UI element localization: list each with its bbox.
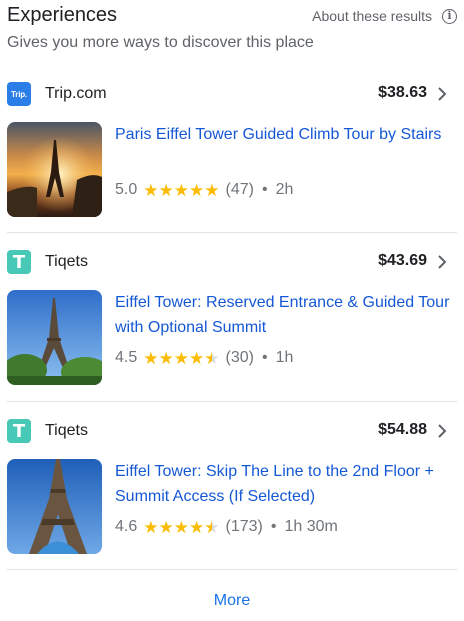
tour-thumbnail[interactable] bbox=[7, 459, 102, 554]
provider-row[interactable]: T Tiqets $54.88 bbox=[7, 419, 457, 443]
chevron-right-icon[interactable] bbox=[433, 422, 451, 440]
star-icon: ★ bbox=[143, 348, 159, 368]
tour-meta: 5.0 ★ ★ ★ ★ ★ (47) • 2h bbox=[115, 179, 293, 201]
provider-name: Tiqets bbox=[45, 422, 88, 439]
tiqets-logo: T bbox=[7, 419, 31, 443]
tour-thumbnail[interactable] bbox=[7, 122, 102, 217]
separator: • bbox=[261, 349, 268, 366]
provider-row[interactable]: Trip. Trip.com $38.63 bbox=[7, 82, 457, 106]
section-title: Experiences bbox=[7, 4, 118, 26]
about-results-label: About these results bbox=[312, 8, 432, 24]
tour-meta: 4.5 ★ ★ ★ ★ ★ (30) • 1h bbox=[115, 347, 293, 369]
experience-card[interactable]: Trip. Trip.com $38.63 Paris Eiffel Tower… bbox=[7, 82, 457, 222]
star-icon: ★ bbox=[143, 180, 159, 200]
experiences-header: Experiences About these results i Gives … bbox=[7, 2, 457, 54]
star-icon: ★ bbox=[158, 348, 174, 368]
tour-title-link[interactable]: Paris Eiffel Tower Guided Climb Tour by … bbox=[115, 122, 460, 147]
star-icon: ★ bbox=[189, 180, 205, 200]
star-half-icon: ★ bbox=[204, 348, 220, 368]
chevron-right-icon[interactable] bbox=[433, 85, 451, 103]
chevron-right-icon[interactable] bbox=[433, 253, 451, 271]
provider-name: Tiqets bbox=[45, 253, 88, 270]
review-count: (30) bbox=[225, 349, 254, 366]
star-icon: ★ bbox=[158, 517, 174, 537]
rating-value: 4.5 bbox=[115, 349, 138, 366]
trip-com-logo: Trip. bbox=[7, 82, 31, 106]
more-button[interactable]: More bbox=[0, 592, 464, 610]
tour-title-link[interactable]: Eiffel Tower: Skip The Line to the 2nd F… bbox=[115, 459, 460, 509]
rating-value: 5.0 bbox=[115, 181, 138, 198]
section-subtitle: Gives you more ways to discover this pla… bbox=[7, 34, 314, 51]
price: $43.69 bbox=[378, 252, 427, 269]
provider-row[interactable]: T Tiqets $43.69 bbox=[7, 250, 457, 274]
star-icon: ★ bbox=[143, 517, 159, 537]
rating-stars: ★ ★ ★ ★ ★ bbox=[143, 519, 219, 536]
divider bbox=[7, 401, 457, 402]
star-icon: ★ bbox=[189, 348, 205, 368]
review-count: (47) bbox=[225, 181, 254, 198]
duration: 1h 30m bbox=[284, 518, 338, 535]
tour-meta: 4.6 ★ ★ ★ ★ ★ (173) • 1h 30m bbox=[115, 516, 338, 538]
price: $38.63 bbox=[378, 84, 427, 101]
tiqets-logo: T bbox=[7, 250, 31, 274]
rating-stars: ★ ★ ★ ★ ★ bbox=[143, 182, 219, 199]
star-icon: ★ bbox=[204, 180, 220, 200]
star-icon: ★ bbox=[158, 180, 174, 200]
tour-thumbnail[interactable] bbox=[7, 290, 102, 385]
duration: 2h bbox=[275, 181, 294, 198]
separator: • bbox=[270, 518, 277, 535]
star-icon: ★ bbox=[173, 517, 189, 537]
rating-stars: ★ ★ ★ ★ ★ bbox=[143, 350, 219, 367]
review-count: (173) bbox=[225, 518, 263, 535]
price: $54.88 bbox=[378, 421, 427, 438]
divider bbox=[7, 569, 457, 570]
star-icon: ★ bbox=[189, 517, 205, 537]
about-results-link[interactable]: About these results i bbox=[312, 6, 457, 26]
star-icon: ★ bbox=[173, 180, 189, 200]
star-half-icon: ★ bbox=[204, 517, 220, 537]
provider-name: Trip.com bbox=[45, 85, 107, 102]
rating-value: 4.6 bbox=[115, 518, 138, 535]
divider bbox=[7, 232, 457, 233]
duration: 1h bbox=[275, 349, 294, 366]
separator: • bbox=[261, 181, 268, 198]
star-icon: ★ bbox=[173, 348, 189, 368]
experience-card[interactable]: T Tiqets $43.69 Eiffel Tower: Reserved E… bbox=[7, 250, 457, 390]
tour-title-link[interactable]: Eiffel Tower: Reserved Entrance & Guided… bbox=[115, 290, 460, 340]
info-icon[interactable]: i bbox=[442, 8, 457, 24]
experience-card[interactable]: T Tiqets $54.88 Eiffel Tower: Skip The L… bbox=[7, 419, 457, 559]
